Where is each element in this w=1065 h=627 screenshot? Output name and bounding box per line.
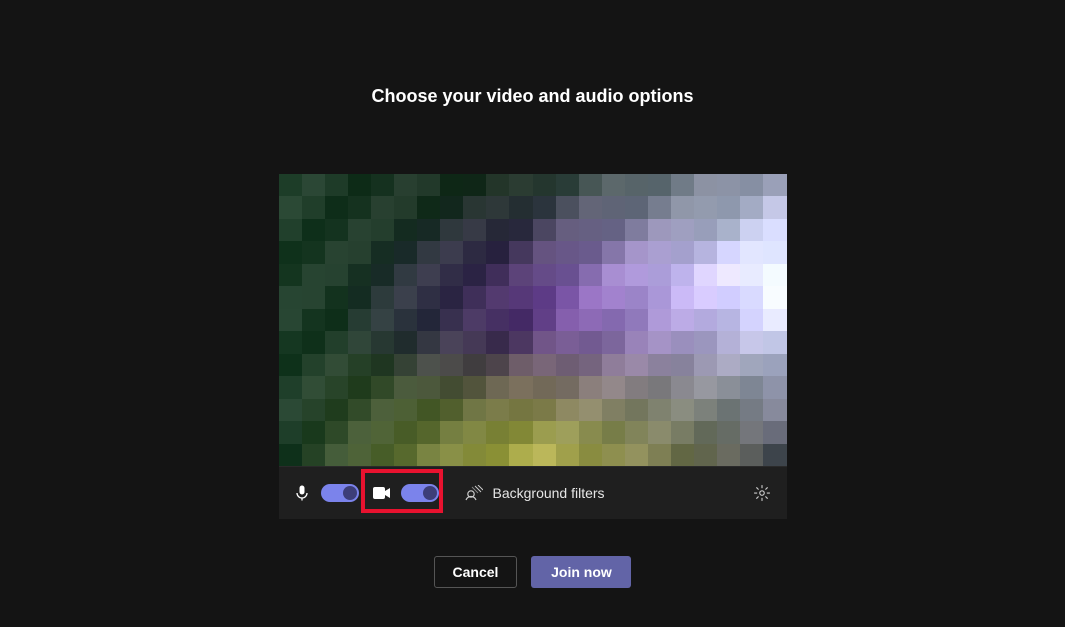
camera-control [365,477,445,509]
video-preview [279,174,787,466]
background-effects-icon [465,485,483,501]
video-icon [371,482,393,504]
microphone-icon [291,482,313,504]
settings-button[interactable] [749,480,775,506]
join-now-button[interactable]: Join now [531,556,631,588]
mic-control [291,482,359,504]
controls-bar: Background filters [279,466,787,519]
page-title: Choose your video and audio options [371,86,693,107]
mic-toggle[interactable] [321,484,359,502]
action-buttons: Cancel Join now [434,556,632,588]
background-filters-button[interactable]: Background filters [465,485,605,501]
cancel-button[interactable]: Cancel [434,556,518,588]
camera-toggle[interactable] [401,484,439,502]
background-filters-label: Background filters [493,485,605,501]
gear-icon [753,484,771,502]
preview-card: Background filters [278,173,788,520]
